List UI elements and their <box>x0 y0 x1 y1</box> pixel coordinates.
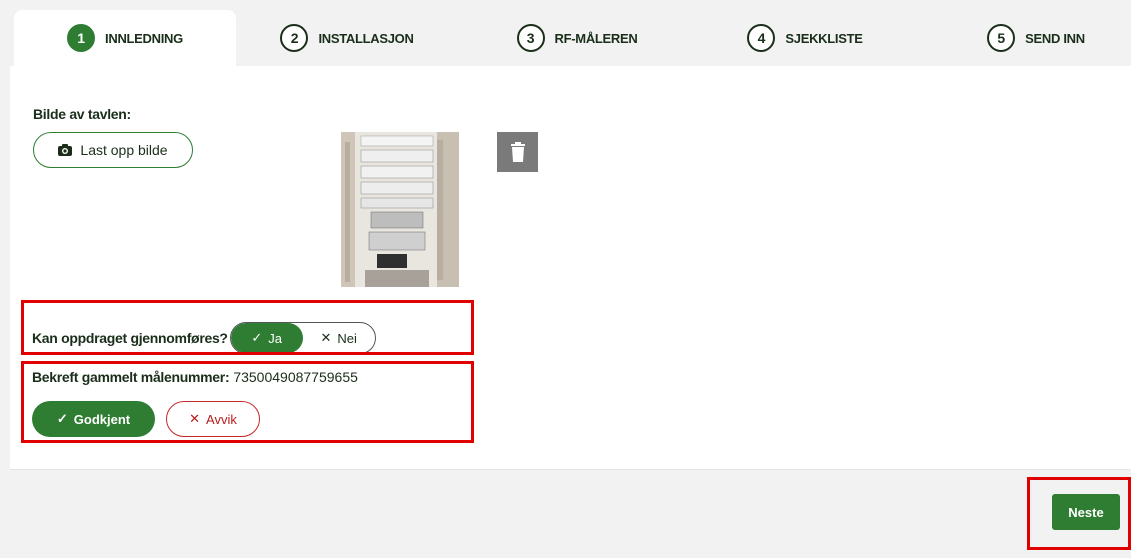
tab-innledning[interactable]: 1 INNLEDNING <box>14 10 236 66</box>
step-label: SJEKKLISTE <box>785 30 863 46</box>
deviation-label: Avvik <box>206 411 237 427</box>
meter-number-value: 7350049087759655 <box>233 369 358 385</box>
step-label: SEND INN <box>1025 30 1085 46</box>
tab-installasjon[interactable]: 2 INSTALLASJON <box>236 10 458 66</box>
yes-label: Ja <box>268 330 282 346</box>
next-button[interactable]: Neste <box>1052 494 1120 530</box>
approve-label: Godkjent <box>73 411 131 427</box>
step-number: 1 <box>67 24 96 52</box>
step-label: INSTALLASJON <box>318 30 414 46</box>
check-icon: ✓ <box>251 330 263 345</box>
main-panel: Bilde av tavlen: Last opp bilde Kan oppd… <box>10 66 1131 469</box>
approve-button[interactable]: ✓ Godkjent <box>32 401 155 437</box>
upload-photo-label: Last opp bilde <box>80 142 168 158</box>
tab-sjekkliste[interactable]: 4 SJEKKLISTE <box>694 10 916 66</box>
task-feasible-question: Kan oppdraget gjennomføres? ✓ Ja ✕ Nei <box>32 322 376 354</box>
no-option[interactable]: ✕ Nei <box>303 323 375 353</box>
step-label: RF-MÅLEREN <box>554 30 638 46</box>
stepper: 1 INNLEDNING 2 INSTALLASJON 3 RF-MÅLEREN… <box>0 10 1131 66</box>
step-number: 3 <box>516 24 545 52</box>
yes-no-toggle: ✓ Ja ✕ Nei <box>229 322 376 354</box>
photo-section-title: Bilde av tavlen: <box>33 106 131 122</box>
check-icon: ✓ <box>56 411 68 426</box>
distribution-board-photo <box>341 132 459 287</box>
upload-photo-button[interactable]: Last opp bilde <box>33 132 193 168</box>
no-label: Nei <box>337 330 357 346</box>
step-label: INNLEDNING <box>105 30 183 46</box>
tab-rf-maleren[interactable]: 3 RF-MÅLEREN <box>466 10 688 66</box>
tab-send-inn[interactable]: 5 SEND INN <box>925 10 1131 66</box>
confirm-meter-label: Bekreft gammelt målenummer: <box>32 369 230 385</box>
uploaded-photo <box>263 132 538 287</box>
question-label: Kan oppdraget gjennomføres? <box>32 330 228 346</box>
camera-icon <box>58 144 73 156</box>
step-number: 2 <box>280 24 309 52</box>
close-icon: ✕ <box>189 411 201 426</box>
step-number: 5 <box>987 24 1016 52</box>
deviation-button[interactable]: ✕ Avvik <box>166 401 260 437</box>
confirm-meter-number: Bekreft gammelt målenummer: 7350049087759… <box>32 369 358 385</box>
delete-photo-button[interactable] <box>497 132 538 172</box>
trash-icon <box>510 142 525 162</box>
step-number: 4 <box>747 24 776 52</box>
footer-divider <box>10 469 1131 470</box>
page: 1 INNLEDNING 2 INSTALLASJON 3 RF-MÅLEREN… <box>0 0 1131 558</box>
close-icon: ✕ <box>320 330 332 345</box>
yes-option[interactable]: ✓ Ja <box>230 323 303 353</box>
